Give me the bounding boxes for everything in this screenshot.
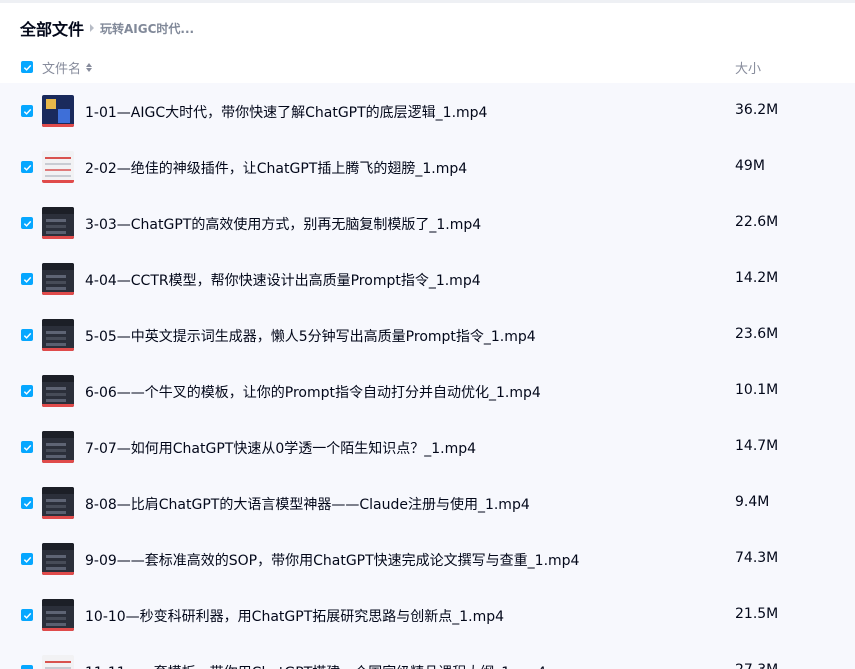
file-size: 14.2M — [735, 270, 779, 286]
file-row[interactable]: 4-04—CCTR模型，帮你快速设计出高质量Prompt指令_1.mp4 14.2… — [0, 251, 855, 307]
checkmark-icon — [23, 276, 31, 283]
file-size: 23.6M — [735, 326, 779, 342]
file-name[interactable]: 5-05—中英文提示词生成器，懒人5分钟写出高质量Prompt指令_1.mp4 — [85, 326, 536, 346]
checkmark-icon — [23, 388, 31, 395]
file-name[interactable]: 2-02—绝佳的神级插件，让ChatGPT插上腾飞的翅膀_1.mp4 — [85, 158, 467, 178]
file-row[interactable]: 3-03—ChatGPT的高效使用方式，别再无脑复制模版了_1.mp4 22.6M — [0, 195, 855, 251]
file-checkbox[interactable] — [21, 105, 33, 117]
file-name[interactable]: 3-03—ChatGPT的高效使用方式，别再无脑复制模版了_1.mp4 — [85, 214, 481, 234]
breadcrumb-current[interactable]: 玩转AIGC时代... — [100, 20, 194, 37]
video-thumbnail-icon[interactable] — [42, 487, 74, 519]
list-header: 文件名 大小 — [0, 52, 855, 82]
file-size: 74.3M — [735, 550, 779, 566]
file-checkbox[interactable] — [21, 665, 33, 669]
breadcrumb-separator-icon — [90, 24, 95, 32]
file-row[interactable]: 8-08—比肩ChatGPT的大语言模型神器——Claude注册与使用_1.mp… — [0, 475, 855, 531]
file-list: 1-01—AIGC大时代，带你快速了解ChatGPT的底层逻辑_1.mp4 36.… — [0, 83, 855, 669]
checkmark-icon — [23, 612, 31, 619]
file-size: 49M — [735, 158, 765, 174]
file-row[interactable]: 11-11——套模板，带你用ChatGPT搭建一个国家级精品课程大纲_1.mp4… — [0, 643, 855, 669]
file-size: 9.4M — [735, 494, 770, 510]
select-all-checkbox[interactable] — [21, 61, 33, 73]
column-header-size[interactable]: 大小 — [735, 58, 761, 77]
checkmark-icon — [23, 164, 31, 171]
file-row[interactable]: 9-09——套标准高效的SOP，带你用ChatGPT快速完成论文撰写与查重_1.… — [0, 531, 855, 587]
file-name[interactable]: 9-09——套标准高效的SOP，带你用ChatGPT快速完成论文撰写与查重_1.… — [85, 550, 579, 570]
column-header-name-label: 文件名 — [42, 62, 82, 77]
checkmark-icon — [23, 220, 31, 227]
video-thumbnail-icon[interactable] — [42, 95, 74, 127]
video-thumbnail-icon[interactable] — [42, 151, 74, 183]
file-checkbox[interactable] — [21, 217, 33, 229]
sort-icon[interactable] — [86, 63, 93, 72]
video-thumbnail-icon[interactable] — [42, 207, 74, 239]
file-row[interactable]: 5-05—中英文提示词生成器，懒人5分钟写出高质量Prompt指令_1.mp4 2… — [0, 307, 855, 363]
checkmark-icon — [23, 444, 31, 451]
file-size: 14.7M — [735, 438, 779, 454]
file-name[interactable]: 7-07—如何用ChatGPT快速从0学透一个陌生知识点？_1.mp4 — [85, 438, 476, 458]
file-name[interactable]: 11-11——套模板，带你用ChatGPT搭建一个国家级精品课程大纲_1.mp4 — [85, 662, 546, 669]
file-checkbox[interactable] — [21, 609, 33, 621]
video-thumbnail-icon[interactable] — [42, 543, 74, 575]
file-size: 22.6M — [735, 214, 779, 230]
video-thumbnail-icon[interactable] — [42, 263, 74, 295]
file-checkbox[interactable] — [21, 441, 33, 453]
file-row[interactable]: 2-02—绝佳的神级插件，让ChatGPT插上腾飞的翅膀_1.mp4 49M — [0, 139, 855, 195]
file-row[interactable]: 7-07—如何用ChatGPT快速从0学透一个陌生知识点？_1.mp4 14.7M — [0, 419, 855, 475]
file-name[interactable]: 6-06——个牛叉的模板，让你的Prompt指令自动打分并自动优化_1.mp4 — [85, 382, 541, 402]
checkmark-icon — [23, 108, 31, 115]
video-thumbnail-icon[interactable] — [42, 375, 74, 407]
breadcrumb-root[interactable]: 全部文件 — [20, 16, 84, 40]
file-checkbox[interactable] — [21, 497, 33, 509]
file-checkbox[interactable] — [21, 273, 33, 285]
file-size: 10.1M — [735, 382, 779, 398]
file-name[interactable]: 4-04—CCTR模型，帮你快速设计出高质量Prompt指令_1.mp4 — [85, 270, 481, 290]
column-header-name[interactable]: 文件名 — [42, 58, 93, 77]
file-row[interactable]: 1-01—AIGC大时代，带你快速了解ChatGPT的底层逻辑_1.mp4 36.… — [0, 83, 855, 139]
file-checkbox[interactable] — [21, 553, 33, 565]
breadcrumb: 全部文件 玩转AIGC时代... — [20, 16, 194, 40]
video-thumbnail-icon[interactable] — [42, 431, 74, 463]
file-size: 27.3M — [735, 662, 778, 669]
file-name[interactable]: 1-01—AIGC大时代，带你快速了解ChatGPT的底层逻辑_1.mp4 — [85, 102, 487, 122]
file-name[interactable]: 8-08—比肩ChatGPT的大语言模型神器——Claude注册与使用_1.mp… — [85, 494, 530, 514]
checkmark-icon — [23, 332, 31, 339]
checkmark-icon — [23, 500, 31, 507]
file-checkbox[interactable] — [21, 161, 33, 173]
file-size: 36.2M — [735, 102, 779, 118]
checkmark-icon — [23, 556, 31, 563]
file-name[interactable]: 10-10—秒变科研利器，用ChatGPT拓展研究思路与创新点_1.mp4 — [85, 606, 504, 626]
video-thumbnail-icon[interactable] — [42, 599, 74, 631]
file-row[interactable]: 10-10—秒变科研利器，用ChatGPT拓展研究思路与创新点_1.mp4 21.… — [0, 587, 855, 643]
video-thumbnail-icon[interactable] — [42, 319, 74, 351]
file-row[interactable]: 6-06——个牛叉的模板，让你的Prompt指令自动打分并自动优化_1.mp4 1… — [0, 363, 855, 419]
video-thumbnail-icon[interactable] — [42, 655, 74, 669]
checkmark-icon — [23, 64, 31, 71]
file-size: 21.5M — [735, 606, 779, 622]
top-border — [0, 0, 855, 3]
file-checkbox[interactable] — [21, 385, 33, 397]
file-checkbox[interactable] — [21, 329, 33, 341]
